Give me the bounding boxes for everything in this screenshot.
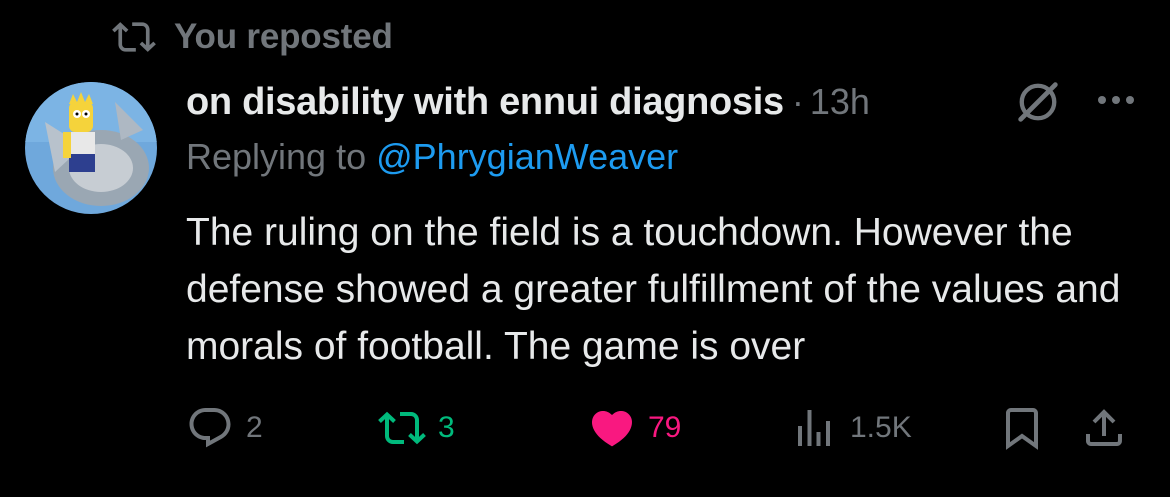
like-button[interactable]: 79: [588, 398, 681, 458]
heart-icon: [591, 411, 633, 447]
like-count: 79: [648, 411, 682, 444]
replying-to-handle[interactable]: @PhrygianWeaver: [376, 136, 678, 177]
reply-button[interactable]: 2: [186, 398, 263, 458]
repost-banner: You reposted: [112, 14, 393, 60]
bookmark-button[interactable]: [998, 398, 1046, 458]
post-header: on disability with ennui diagnosis · 13h: [186, 74, 870, 130]
share-icon: [1086, 409, 1122, 446]
repost-button[interactable]: 3: [378, 398, 455, 458]
reply-count: 2: [246, 411, 263, 444]
views-count: 1.5K: [850, 411, 912, 444]
repost-count: 3: [438, 411, 455, 444]
reply-icon: [189, 408, 231, 448]
post-body: The ruling on the field is a touchdown. …: [186, 211, 1121, 368]
grok-icon[interactable]: [1012, 76, 1064, 128]
replying-to-label: Replying to: [186, 136, 377, 177]
share-button[interactable]: [1080, 398, 1128, 458]
post-time[interactable]: 13h: [810, 81, 870, 123]
replying-to: Replying to @PhrygianWeaver: [186, 136, 678, 184]
display-name[interactable]: on disability with ennui diagnosis: [186, 81, 784, 124]
more-options-icon[interactable]: [1092, 80, 1140, 120]
bookmark-icon: [1006, 408, 1038, 450]
analytics-icon: [798, 410, 830, 446]
avatar[interactable]: [25, 82, 157, 214]
repost-icon: [378, 411, 426, 445]
repost-icon: [112, 22, 156, 52]
repost-banner-text: You reposted: [174, 17, 393, 56]
views-button[interactable]: 1.5K: [790, 398, 912, 458]
separator-dot: ·: [791, 81, 804, 122]
